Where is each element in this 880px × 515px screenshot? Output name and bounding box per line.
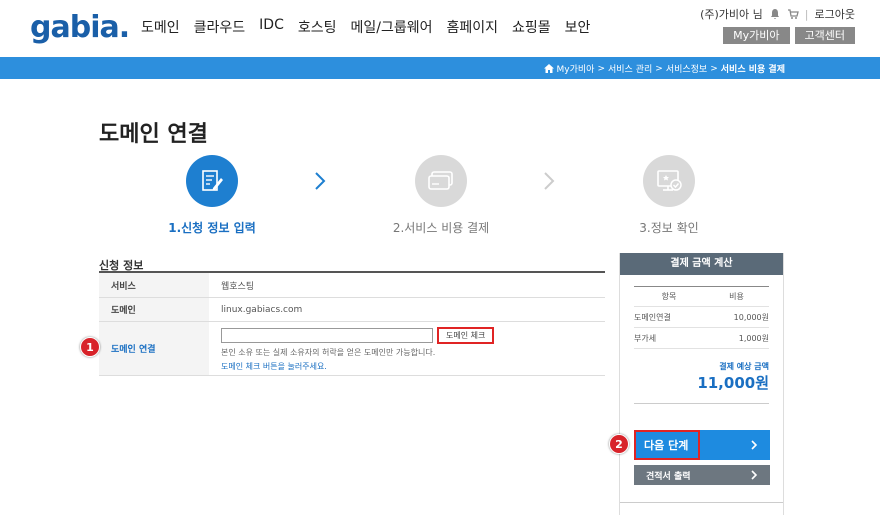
step-arrow-icon bbox=[313, 170, 327, 198]
step-arrow-icon bbox=[542, 170, 556, 198]
breadcrumb-separator: > bbox=[710, 63, 718, 74]
total-label: 결제 예상 금액 bbox=[719, 362, 769, 371]
panel-divider bbox=[620, 502, 783, 503]
step-2-circle bbox=[415, 155, 467, 207]
nav-item-security[interactable]: 보안 bbox=[565, 17, 591, 37]
connect-input-line: 도메인 체크 bbox=[221, 327, 495, 344]
payment-cost: 10,000원 bbox=[733, 312, 769, 322]
logout-link[interactable]: 로그아웃 bbox=[815, 6, 855, 22]
payment-table: 항목 비용 도메인연결 10,000원 부가세 1,000원 bbox=[634, 286, 769, 349]
step-3: 3.정보 확인 bbox=[609, 155, 729, 236]
card-icon bbox=[428, 171, 453, 190]
annotation-badge-1: 1 bbox=[80, 337, 100, 357]
next-step-button[interactable]: 다음 단계 bbox=[634, 430, 770, 460]
nav-item-hosting[interactable]: 호스팅 bbox=[298, 17, 337, 37]
nav-item-mail[interactable]: 메일/그룹웨어 bbox=[351, 17, 433, 37]
payment-item: 도메인연결 bbox=[634, 312, 671, 322]
chevron-right-icon bbox=[751, 470, 758, 480]
home-icon[interactable] bbox=[543, 64, 554, 73]
payment-title: 결제 금액 계산 bbox=[620, 253, 783, 275]
next-step-label: 다음 단계 bbox=[634, 430, 701, 460]
payment-item: 부가세 bbox=[634, 333, 657, 343]
domain-connect-input[interactable] bbox=[221, 328, 433, 343]
col-cost: 비용 bbox=[729, 292, 744, 301]
gabia-logo[interactable]: gabia. bbox=[30, 10, 130, 45]
service-value: 웹호스팅 bbox=[221, 281, 255, 292]
domain-value: linux.gabiacs.com bbox=[221, 304, 303, 315]
domain-label: 도메인 bbox=[99, 298, 209, 321]
breadcrumb-item[interactable]: 서비스 관리 bbox=[608, 62, 652, 75]
util-divider: | bbox=[804, 7, 809, 21]
step-3-label: 3.정보 확인 bbox=[639, 221, 699, 235]
nav-item-shoppingmall[interactable]: 쇼핑몰 bbox=[512, 17, 551, 37]
annotation-badge-2: 2 bbox=[609, 434, 629, 454]
quote-print-label: 견적서 출력 bbox=[646, 471, 691, 482]
nav-item-domain[interactable]: 도메인 bbox=[141, 17, 180, 37]
monitor-check-icon bbox=[657, 170, 682, 191]
my-gabia-button[interactable]: My가비아 bbox=[723, 27, 790, 44]
page-title: 도메인 연결 bbox=[99, 122, 208, 147]
nav-item-idc[interactable]: IDC bbox=[259, 17, 284, 37]
quote-print-button[interactable]: 견적서 출력 bbox=[634, 465, 770, 485]
step-1-label: 1.신청 정보 입력 bbox=[168, 221, 256, 235]
form-row-connect: 도메인 연결 도메인 체크 본인 소유 또는 실제 소유자의 허락을 얻은 도메… bbox=[99, 322, 605, 376]
breadcrumb: My가비아 > 서비스 관리 > 서비스정보 > 서비스 비용 결제 bbox=[543, 62, 785, 75]
application-form: 서비스 웹호스팅 도메인 linux.gabiacs.com 도메인 연결 도메… bbox=[99, 271, 605, 376]
total-amount: 11,000원 bbox=[697, 374, 769, 392]
breadcrumb-separator: > bbox=[655, 63, 663, 74]
help-link: 도메인 체크 버튼을 눌러주세요. bbox=[221, 362, 327, 371]
user-name: (주)가비아 님 bbox=[700, 8, 763, 21]
help-text: 본인 소유 또는 실제 소유자의 허락을 얻은 도메인만 가능합니다. bbox=[221, 348, 436, 357]
payment-table-header: 항목 비용 bbox=[634, 287, 769, 307]
cart-icon[interactable] bbox=[787, 8, 799, 20]
connect-label: 도메인 연결 bbox=[99, 322, 209, 375]
payment-panel: 결제 금액 계산 항목 비용 도메인연결 10,000원 부가세 1,000원 … bbox=[619, 253, 784, 515]
breadcrumb-bar: My가비아 > 서비스 관리 > 서비스정보 > 서비스 비용 결제 bbox=[0, 57, 880, 79]
connect-cell: 도메인 체크 본인 소유 또는 실제 소유자의 허락을 얻은 도메인만 가능합니… bbox=[209, 322, 605, 375]
col-item: 항목 bbox=[661, 292, 677, 301]
breadcrumb-item[interactable]: 서비스정보 bbox=[666, 62, 707, 75]
step-2: 2.서비스 비용 결제 bbox=[381, 155, 501, 236]
step-2-label: 2.서비스 비용 결제 bbox=[392, 221, 490, 235]
payment-row: 부가세 1,000원 bbox=[634, 328, 769, 349]
form-row-domain: 도메인 linux.gabiacs.com bbox=[99, 298, 605, 322]
chevron-right-icon bbox=[751, 440, 758, 450]
nav-item-cloud[interactable]: 클라우드 bbox=[194, 17, 246, 37]
user-util: (주)가비아 님 | 로그아웃 bbox=[700, 6, 855, 22]
util-buttons: My가비아 고객센터 bbox=[723, 27, 855, 44]
bell-icon[interactable] bbox=[769, 8, 781, 20]
support-button[interactable]: 고객센터 bbox=[794, 27, 855, 44]
form-row-service: 서비스 웹호스팅 bbox=[99, 273, 605, 298]
nav-item-homepage[interactable]: 홈페이지 bbox=[447, 17, 499, 37]
breadcrumb-separator: > bbox=[597, 63, 605, 74]
breadcrumb-current: 서비스 비용 결제 bbox=[720, 65, 785, 75]
step-1: 1.신청 정보 입력 bbox=[152, 155, 272, 236]
step-1-circle bbox=[186, 155, 238, 207]
service-label: 서비스 bbox=[99, 273, 209, 297]
header: gabia. 도메인 클라우드 IDC 호스팅 메일/그룹웨어 홈페이지 쇼핑몰… bbox=[0, 0, 880, 57]
breadcrumb-item[interactable]: My가비아 bbox=[557, 62, 595, 75]
payment-row: 도메인연결 10,000원 bbox=[634, 307, 769, 328]
payment-cost: 1,000원 bbox=[738, 333, 769, 343]
payment-total: 결제 예상 금액 11,000원 bbox=[634, 349, 769, 404]
domain-check-button[interactable]: 도메인 체크 bbox=[437, 327, 495, 344]
main-nav: 도메인 클라우드 IDC 호스팅 메일/그룹웨어 홈페이지 쇼핑몰 보안 bbox=[141, 17, 604, 37]
step-3-circle bbox=[643, 155, 695, 207]
document-edit-icon bbox=[202, 170, 223, 191]
